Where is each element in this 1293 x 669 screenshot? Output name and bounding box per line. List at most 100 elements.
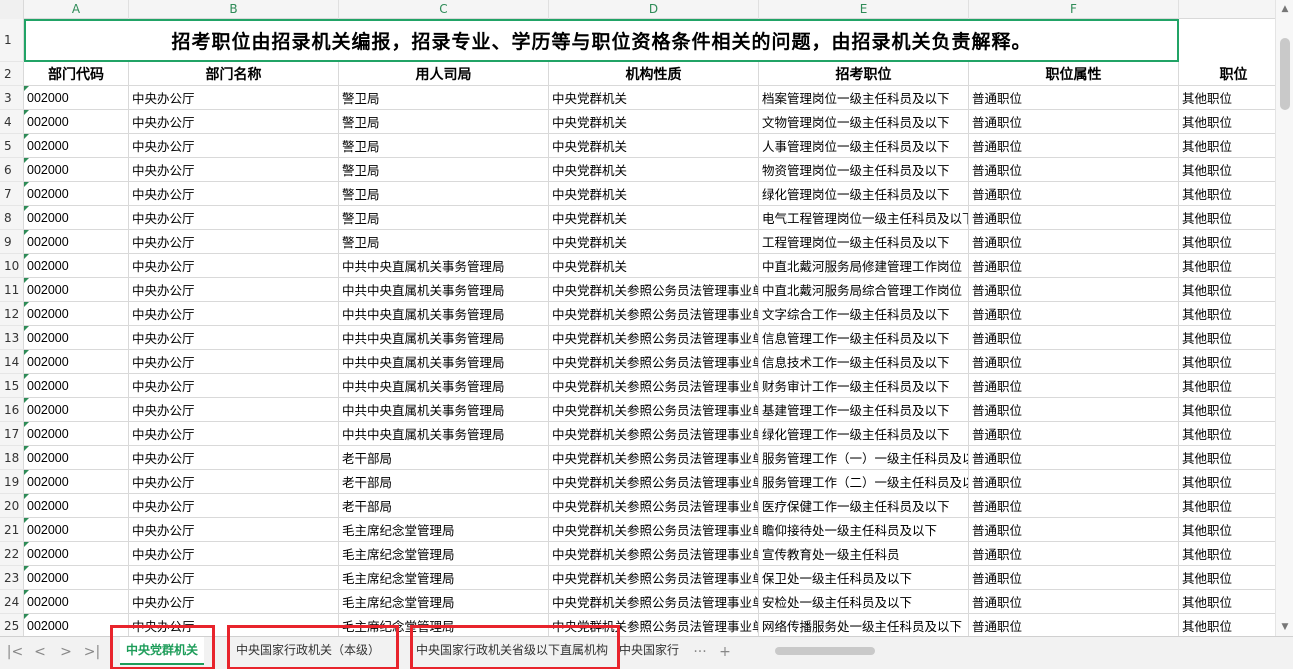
table-cell[interactable]: 中央党群机关参照公务员法管理事业单位 <box>549 470 759 494</box>
table-cell[interactable]: 中央办公厅 <box>129 542 339 566</box>
table-cell[interactable]: 中直北戴河服务局综合管理工作岗位 <box>759 278 969 302</box>
table-cell[interactable]: 002000 <box>24 278 129 302</box>
prev-sheet-icon[interactable]: < <box>30 642 50 662</box>
table-cell[interactable]: 其他职位 <box>1179 566 1275 590</box>
table-cell[interactable]: 档案管理岗位一级主任科员及以下 <box>759 86 969 110</box>
table-cell[interactable]: 中央党群机关参照公务员法管理事业单位 <box>549 326 759 350</box>
table-cell[interactable]: 普通职位 <box>969 86 1179 110</box>
tab-central-admin-main[interactable]: 中央国家行政机关（本级） <box>230 637 386 665</box>
table-cell[interactable]: 老干部局 <box>339 494 549 518</box>
table-cell[interactable]: 普通职位 <box>969 158 1179 182</box>
table-cell[interactable]: 电气工程管理岗位一级主任科员及以下 <box>759 206 969 230</box>
table-cell[interactable]: 中央党群机关参照公务员法管理事业单位 <box>549 422 759 446</box>
table-cell[interactable]: 002000 <box>24 326 129 350</box>
table-cell[interactable]: 毛主席纪念堂管理局 <box>339 614 549 636</box>
table-cell[interactable]: 中央办公厅 <box>129 422 339 446</box>
table-cell[interactable]: 普通职位 <box>969 590 1179 614</box>
table-cell[interactable]: 普通职位 <box>969 350 1179 374</box>
vertical-scroll-thumb[interactable] <box>1280 38 1290 110</box>
table-cell[interactable]: 普通职位 <box>969 110 1179 134</box>
row-header[interactable]: 9 <box>0 230 24 254</box>
table-cell[interactable]: 其他职位 <box>1179 422 1275 446</box>
table-cell[interactable]: 其他职位 <box>1179 254 1275 278</box>
table-cell[interactable]: 中央办公厅 <box>129 326 339 350</box>
scroll-up-icon[interactable]: ▲ <box>1276 0 1293 18</box>
table-cell[interactable]: 002000 <box>24 374 129 398</box>
table-cell[interactable]: 其他职位 <box>1179 590 1275 614</box>
table-cell[interactable]: 中直北戴河服务局修建管理工作岗位 <box>759 254 969 278</box>
table-cell[interactable]: 中共中央直属机关事务管理局 <box>339 422 549 446</box>
table-cell[interactable]: 中央党群机关参照公务员法管理事业单位 <box>549 590 759 614</box>
row-header[interactable]: 14 <box>0 350 24 374</box>
table-cell[interactable]: 服务管理工作（二）一级主任科员及以下 <box>759 470 969 494</box>
table-cell[interactable]: 人事管理岗位一级主任科员及以下 <box>759 134 969 158</box>
table-cell[interactable]: 其他职位 <box>1179 374 1275 398</box>
table-cell[interactable]: 中央办公厅 <box>129 182 339 206</box>
table-cell[interactable]: 其他职位 <box>1179 86 1275 110</box>
column-title-cell[interactable]: 招考职位 <box>759 62 969 86</box>
table-cell[interactable]: 毛主席纪念堂管理局 <box>339 518 549 542</box>
title-cell[interactable]: 招考职位由招录机关编报，招录专业、学历等与职位资格条件相关的问题，由招录机关负责… <box>24 19 1179 62</box>
table-cell[interactable]: 中央办公厅 <box>129 374 339 398</box>
table-cell[interactable]: 中央党群机关参照公务员法管理事业单位 <box>549 350 759 374</box>
table-cell[interactable]: 中央办公厅 <box>129 470 339 494</box>
table-cell[interactable]: 002000 <box>24 470 129 494</box>
table-cell[interactable]: 中央办公厅 <box>129 614 339 636</box>
row-header[interactable]: 1 <box>0 19 24 62</box>
table-cell[interactable]: 普通职位 <box>969 254 1179 278</box>
table-cell[interactable]: 中央党群机关参照公务员法管理事业单位 <box>549 542 759 566</box>
table-cell[interactable]: 中共中央直属机关事务管理局 <box>339 278 549 302</box>
table-cell[interactable]: 中央党群机关参照公务员法管理事业单位 <box>549 494 759 518</box>
table-cell[interactable]: 其他职位 <box>1179 206 1275 230</box>
column-title-cell[interactable]: 部门名称 <box>129 62 339 86</box>
table-cell[interactable]: 002000 <box>24 230 129 254</box>
table-cell[interactable]: 002000 <box>24 614 129 636</box>
table-cell[interactable]: 中央办公厅 <box>129 254 339 278</box>
table-cell[interactable]: 警卫局 <box>339 206 549 230</box>
table-cell[interactable]: 毛主席纪念堂管理局 <box>339 542 549 566</box>
table-cell[interactable]: 其他职位 <box>1179 134 1275 158</box>
row-header[interactable]: 12 <box>0 302 24 326</box>
table-cell[interactable]: 信息技术工作一级主任科员及以下 <box>759 350 969 374</box>
table-cell[interactable]: 老干部局 <box>339 470 549 494</box>
table-cell[interactable]: 中央党群机关 <box>549 182 759 206</box>
table-cell[interactable]: 中央党群机关 <box>549 254 759 278</box>
row-header[interactable]: 17 <box>0 422 24 446</box>
table-cell[interactable]: 中共中央直属机关事务管理局 <box>339 398 549 422</box>
table-cell[interactable]: 002000 <box>24 206 129 230</box>
table-cell[interactable]: 其他职位 <box>1179 278 1275 302</box>
row-header[interactable]: 21 <box>0 518 24 542</box>
table-cell[interactable]: 网络传播服务处一级主任科员及以下 <box>759 614 969 636</box>
row-header[interactable]: 20 <box>0 494 24 518</box>
last-sheet-icon[interactable]: >| <box>82 642 102 662</box>
table-cell[interactable]: 中央办公厅 <box>129 134 339 158</box>
table-cell[interactable]: 中央办公厅 <box>129 110 339 134</box>
row-header[interactable]: 13 <box>0 326 24 350</box>
column-header-d[interactable]: D <box>549 0 759 19</box>
row-header[interactable]: 7 <box>0 182 24 206</box>
table-cell[interactable]: 其他职位 <box>1179 470 1275 494</box>
table-cell[interactable]: 002000 <box>24 134 129 158</box>
row-header[interactable]: 8 <box>0 206 24 230</box>
table-cell[interactable]: 002000 <box>24 494 129 518</box>
row-header[interactable]: 22 <box>0 542 24 566</box>
table-cell[interactable]: 绿化管理岗位一级主任科员及以下 <box>759 182 969 206</box>
table-cell[interactable]: 普通职位 <box>969 446 1179 470</box>
table-cell[interactable]: 002000 <box>24 446 129 470</box>
table-cell[interactable]: 医疗保健工作一级主任科员及以下 <box>759 494 969 518</box>
table-cell[interactable]: 毛主席纪念堂管理局 <box>339 590 549 614</box>
table-cell[interactable]: 其他职位 <box>1179 158 1275 182</box>
table-cell[interactable]: 警卫局 <box>339 86 549 110</box>
table-cell[interactable]: 中央办公厅 <box>129 590 339 614</box>
table-cell[interactable]: 其他职位 <box>1179 230 1275 254</box>
table-cell[interactable]: 警卫局 <box>339 182 549 206</box>
column-title-cell[interactable]: 机构性质 <box>549 62 759 86</box>
table-cell[interactable]: 物资管理岗位一级主任科员及以下 <box>759 158 969 182</box>
table-cell[interactable]: 中央党群机关 <box>549 86 759 110</box>
row-header[interactable]: 11 <box>0 278 24 302</box>
row-header[interactable]: 18 <box>0 446 24 470</box>
table-cell[interactable]: 中央办公厅 <box>129 86 339 110</box>
table-cell[interactable]: 中央办公厅 <box>129 350 339 374</box>
table-cell[interactable]: 普通职位 <box>969 326 1179 350</box>
table-cell[interactable]: 普通职位 <box>969 494 1179 518</box>
